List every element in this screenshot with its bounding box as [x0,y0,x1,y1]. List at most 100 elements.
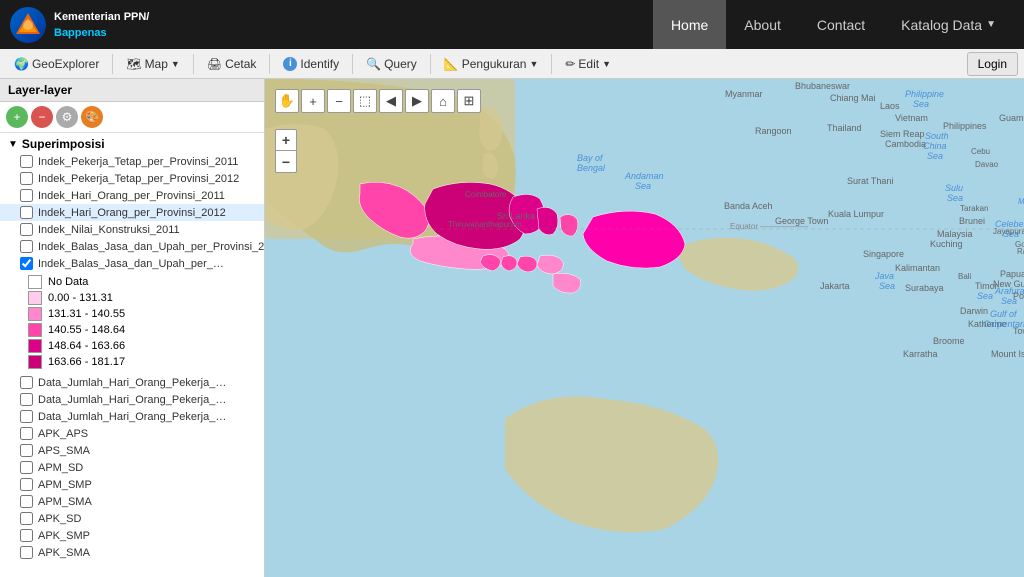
nav-about[interactable]: About [726,0,799,49]
layer-checkbox-l1[interactable] [20,155,33,168]
toolbar-sep-3 [269,54,270,74]
layer-checkbox-extra-2[interactable] [20,410,33,423]
toolbar-pengukuran[interactable]: 📐 Pengukuran ▼ [436,52,547,76]
layer-item-l3[interactable]: Indek_Hari_Orang_per_Provinsi_2011 [0,187,264,204]
toolbar-cetak[interactable]: 🖨 Cetak [199,52,265,76]
layer-label-extra-6: APM_SMP [38,479,92,491]
sidebar-style-btn[interactable]: 🎨 [81,106,103,128]
layer-checkbox-l2[interactable] [20,172,33,185]
legend-item-3: 148.64 - 163.66 [28,338,256,354]
main-area: Layer-layer + − ⚙ 🎨 ▼ Superimposisi Inde… [0,79,1024,577]
zoom-plus-btn[interactable]: + [275,129,297,151]
svg-text:Thiruvananthapuram: Thiruvananthapuram [448,220,522,229]
layer-item-extra-3[interactable]: APK_APS [0,425,264,442]
svg-text:China: China [923,141,947,151]
map-grid-btn[interactable]: ⊞ [457,89,481,113]
svg-text:Bengal: Bengal [577,163,606,173]
svg-text:Townsville: Townsville [1013,326,1024,336]
map-zoom-out-btn[interactable]: − [327,89,351,113]
layer-checkbox-l5[interactable] [20,223,33,236]
svg-text:Surat Thani: Surat Thani [847,176,893,186]
layer-label-l4: Indek_Hari_Orang_per_Provinsi_2012 [38,207,226,219]
layer-item-extra-8[interactable]: APK_SD [0,510,264,527]
zoom-minus-btn[interactable]: − [275,151,297,173]
layer-label-extra-8: APK_SD [38,513,81,525]
layer-checkbox-extra-5[interactable] [20,461,33,474]
layer-item-l6[interactable]: Indek_Balas_Jasa_dan_Upah_per_Provinsi_2… [0,238,264,255]
layer-item-l4[interactable]: Indek_Hari_Orang_per_Provinsi_2012 [0,204,264,221]
nav-katalog[interactable]: Katalog Data ▼ [883,0,1014,49]
map-dropdown-arrow: ▼ [171,59,180,69]
nav-home[interactable]: Home [653,0,726,49]
svg-text:Papua: Papua [1000,269,1024,279]
toolbar-map[interactable]: 🗺 Map ▼ [118,52,188,76]
layer-checkbox-extra-4[interactable] [20,444,33,457]
svg-text:Guam: Guam [999,113,1024,123]
zoom-controls: + − [275,129,297,173]
layer-label-extra-7: APM_SMA [38,496,92,508]
legend-item-0: 0.00 - 131.31 [28,290,256,306]
layer-item-l1[interactable]: Indek_Pekerja_Tetap_per_Provinsi_2011 [0,153,264,170]
layer-checkbox-l7[interactable] [20,257,33,270]
legend-label-4: 163.66 - 181.17 [48,356,125,368]
svg-text:Darwin: Darwin [960,306,988,316]
legend-color-4 [28,355,42,369]
toolbar-identify[interactable]: i Identify [275,52,347,76]
layer-item-l2[interactable]: Indek_Pekerja_Tetap_per_Provinsi_2012 [0,170,264,187]
svg-text:Jayapura: Jayapura [993,227,1024,236]
layer-checkbox-extra-6[interactable] [20,478,33,491]
legend-color-2 [28,323,42,337]
toolbar-edit[interactable]: ✏ Edit ▼ [557,52,619,76]
toolbar-sep-1 [112,54,113,74]
svg-text:Andaman: Andaman [624,171,664,181]
svg-text:Bay of: Bay of [577,153,604,163]
map-next-btn[interactable]: ▶ [405,89,429,113]
layer-item-extra-4[interactable]: APS_SMA [0,442,264,459]
map-prev-btn[interactable]: ◀ [379,89,403,113]
svg-text:Broome: Broome [933,336,965,346]
layer-item-l7[interactable]: Indek_Balas_Jasa_dan_Upah_per_Provinsi_2… [0,255,264,272]
layer-checkbox-extra-10[interactable] [20,546,33,559]
layer-checkbox-extra-3[interactable] [20,427,33,440]
map-home-btn[interactable]: ⌂ [431,89,455,113]
svg-text:Sea: Sea [879,281,895,291]
layer-checkbox-extra-9[interactable] [20,529,33,542]
layer-group-header[interactable]: ▼ Superimposisi [0,135,264,153]
sidebar-add-btn[interactable]: + [6,106,28,128]
nav-contact[interactable]: Contact [799,0,883,49]
layer-item-extra-5[interactable]: APM_SD [0,459,264,476]
layer-checkbox-extra-0[interactable] [20,376,33,389]
layer-item-extra-1[interactable]: Data_Jumlah_Hari_Orang_Pekerja_Harian_Le… [0,391,264,408]
sidebar-settings-btn[interactable]: ⚙ [56,106,78,128]
layer-checkbox-extra-1[interactable] [20,393,33,406]
layer-item-extra-6[interactable]: APM_SMP [0,476,264,493]
map-area[interactable]: Myanmar Bhubaneswar Philippine Sea Chian… [265,79,1024,577]
layer-checkbox-extra-8[interactable] [20,512,33,525]
login-button[interactable]: Login [967,52,1018,76]
legend-color-0 [28,291,42,305]
svg-text:Sea: Sea [913,99,929,109]
map-zoom-rect-btn[interactable]: ⬚ [353,89,377,113]
layer-item-extra-0[interactable]: Data_Jumlah_Hari_Orang_Pekerja_Harian_Le… [0,374,264,391]
layer-item-extra-10[interactable]: APK_SMA [0,544,264,561]
layer-checkbox-l3[interactable] [20,189,33,202]
legend-item-2: 140.55 - 148.64 [28,322,256,338]
legend-label-nodata: No Data [48,276,88,288]
extra-layers: Data_Jumlah_Hari_Orang_Pekerja_Harian_Le… [0,374,264,561]
sidebar-remove-btn[interactable]: − [31,106,53,128]
toolbar-geoexplorer[interactable]: 🌍 GeoExplorer [6,52,107,76]
layer-item-extra-2[interactable]: Data_Jumlah_Hari_Orang_Pekerja_Harian_Le… [0,408,264,425]
legend-color-nodata [28,275,42,289]
toolbar-query[interactable]: 🔍 Query [358,52,425,76]
map-zoom-in-btn[interactable]: + [301,89,325,113]
map-pan-btn[interactable]: ✋ [275,89,299,113]
layer-checkbox-extra-7[interactable] [20,495,33,508]
layer-item-extra-9[interactable]: APK_SMP [0,527,264,544]
layer-checkbox-l4[interactable] [20,206,33,219]
legend-label-0: 0.00 - 131.31 [48,292,113,304]
layer-item-extra-7[interactable]: APM_SMA [0,493,264,510]
map-icon: 🗺 [126,57,141,71]
layer-checkbox-l6[interactable] [20,240,33,253]
layer-item-l5[interactable]: Indek_Nilai_Konstruksi_2011 [0,221,264,238]
svg-text:Sulu: Sulu [945,183,963,193]
